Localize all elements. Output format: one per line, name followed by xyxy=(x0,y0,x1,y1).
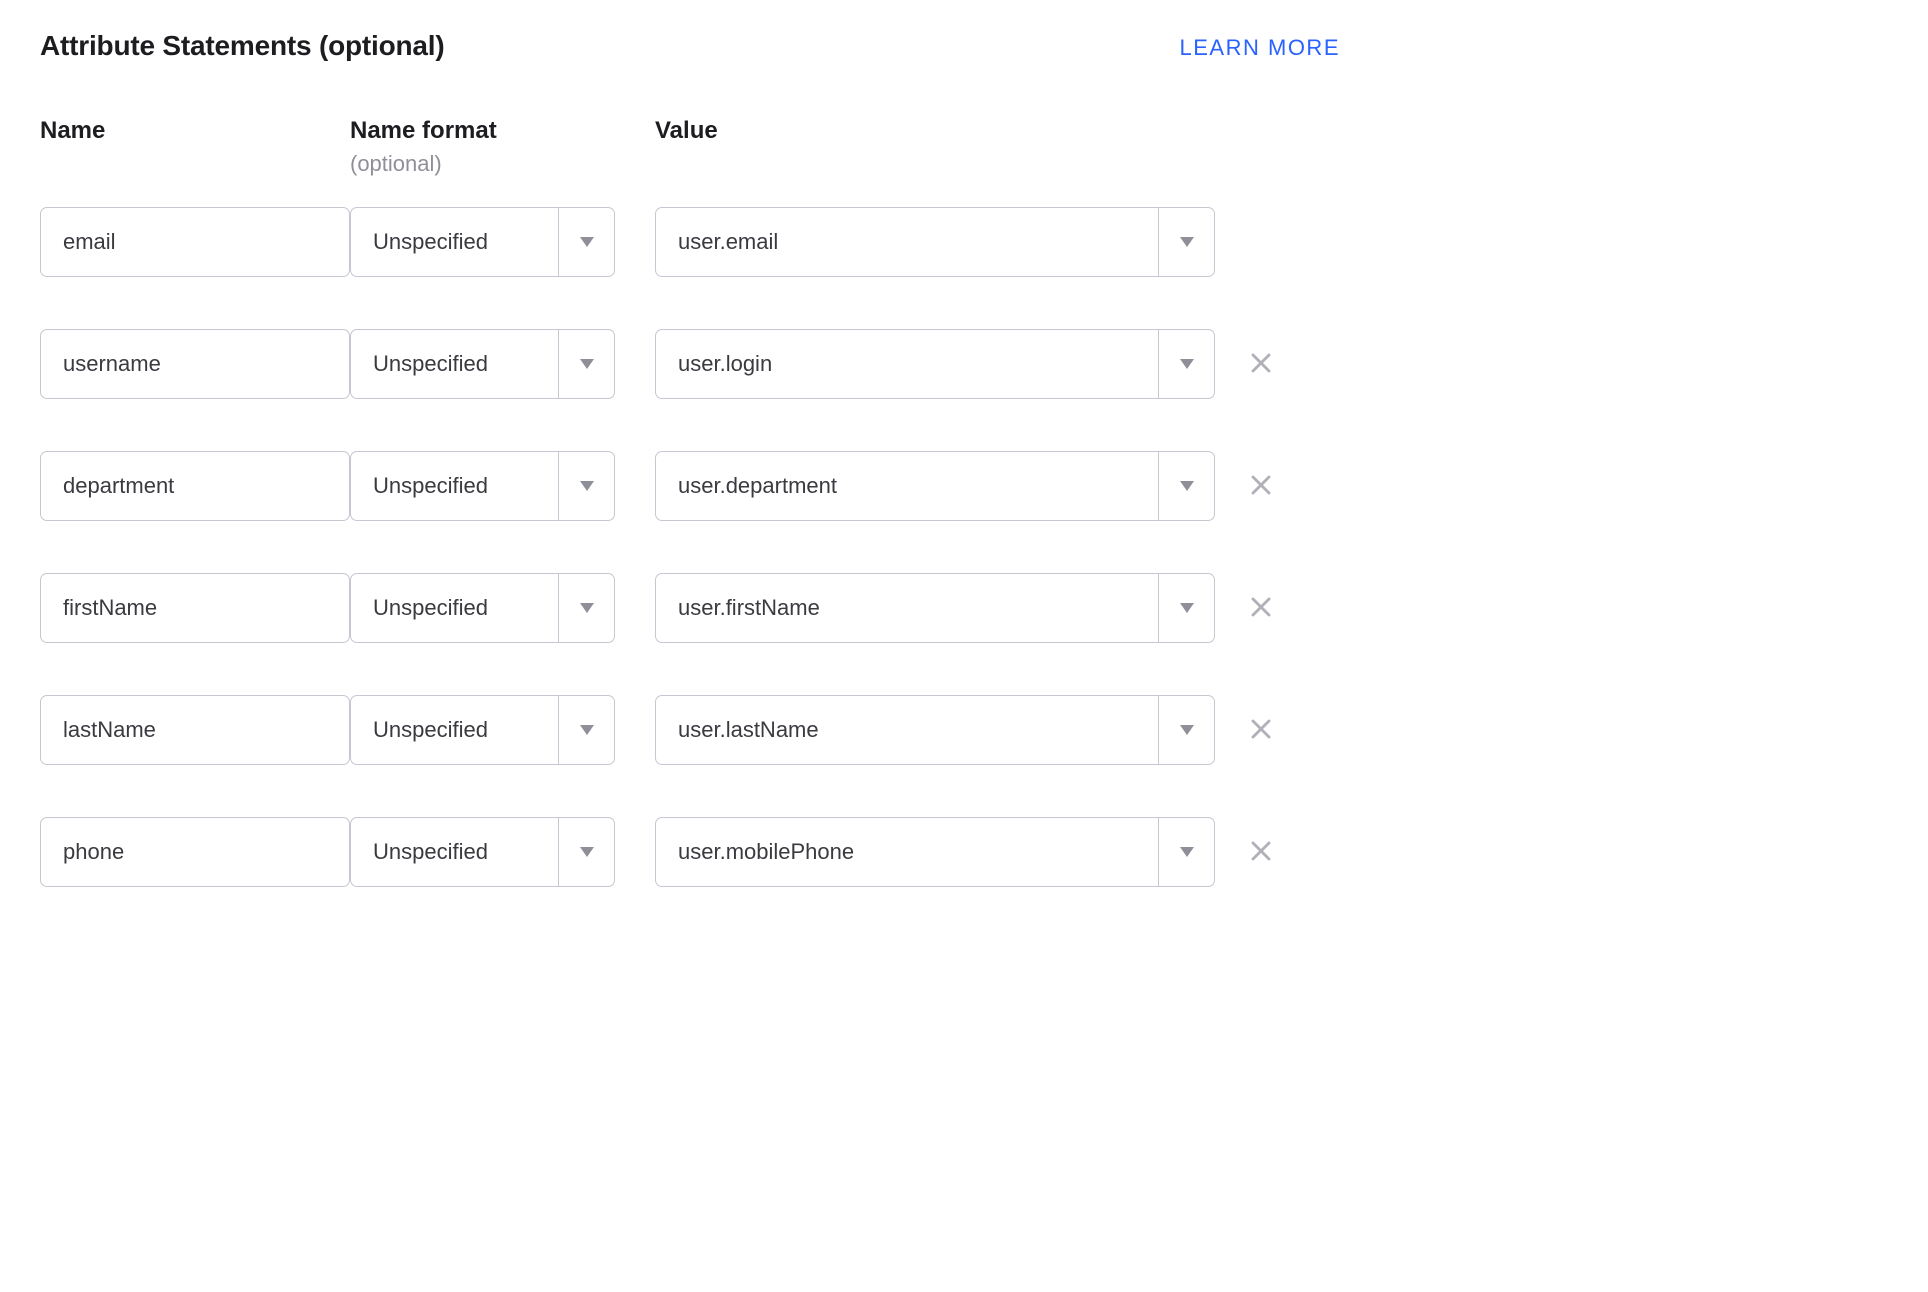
close-icon xyxy=(1250,840,1272,865)
remove-row-button[interactable] xyxy=(1247,594,1275,622)
column-header-format: Name format (optional) xyxy=(350,117,615,177)
attribute-name-input[interactable] xyxy=(40,573,350,643)
attribute-row: Unspecified user.firstName xyxy=(40,573,1340,643)
attribute-name-input[interactable] xyxy=(40,451,350,521)
attribute-value-text: user.lastName xyxy=(656,717,1158,743)
attribute-row: Unspecified user.mobilePhone xyxy=(40,817,1340,887)
attribute-value-combobox[interactable]: user.mobilePhone xyxy=(655,817,1215,887)
remove-row-button[interactable] xyxy=(1247,350,1275,378)
column-header-value: Value xyxy=(655,117,1215,145)
section-header: Attribute Statements (optional) LEARN MO… xyxy=(40,30,1340,62)
attribute-name-input[interactable] xyxy=(40,207,350,277)
attribute-value-combobox[interactable]: user.department xyxy=(655,451,1215,521)
attribute-name-input[interactable] xyxy=(40,695,350,765)
close-icon xyxy=(1250,596,1272,621)
name-format-value: Unspecified xyxy=(351,473,488,499)
attribute-name-input[interactable] xyxy=(40,329,350,399)
attribute-value-text: user.department xyxy=(656,473,1158,499)
attribute-row: Unspecified user.login xyxy=(40,329,1340,399)
name-format-select[interactable]: Unspecified xyxy=(350,573,615,643)
attribute-value-combobox[interactable]: user.login xyxy=(655,329,1215,399)
name-format-select[interactable]: Unspecified xyxy=(350,451,615,521)
name-format-value: Unspecified xyxy=(351,717,488,743)
remove-row-button[interactable] xyxy=(1247,472,1275,500)
attribute-row: Unspecified user.email xyxy=(40,207,1340,277)
chevron-down-icon xyxy=(558,330,614,398)
chevron-down-icon[interactable] xyxy=(1158,330,1214,398)
name-format-value: Unspecified xyxy=(351,839,488,865)
name-format-select[interactable]: Unspecified xyxy=(350,207,615,277)
learn-more-link[interactable]: LEARN MORE xyxy=(1180,35,1340,61)
attribute-row: Unspecified user.department xyxy=(40,451,1340,521)
close-icon xyxy=(1250,352,1272,377)
attribute-row: Unspecified user.lastName xyxy=(40,695,1340,765)
attribute-value-text: user.firstName xyxy=(656,595,1158,621)
chevron-down-icon xyxy=(558,574,614,642)
chevron-down-icon xyxy=(558,696,614,764)
chevron-down-icon[interactable] xyxy=(1158,818,1214,886)
name-format-select[interactable]: Unspecified xyxy=(350,817,615,887)
close-icon xyxy=(1250,718,1272,743)
close-icon xyxy=(1250,474,1272,499)
remove-row-button[interactable] xyxy=(1247,716,1275,744)
attribute-value-text: user.mobilePhone xyxy=(656,839,1158,865)
name-format-select[interactable]: Unspecified xyxy=(350,695,615,765)
attribute-value-combobox[interactable]: user.lastName xyxy=(655,695,1215,765)
name-format-value: Unspecified xyxy=(351,595,488,621)
name-format-value: Unspecified xyxy=(351,351,488,377)
name-format-select[interactable]: Unspecified xyxy=(350,329,615,399)
attribute-value-text: user.email xyxy=(656,229,1158,255)
column-header-name: Name xyxy=(40,117,350,145)
chevron-down-icon xyxy=(558,818,614,886)
attribute-name-input[interactable] xyxy=(40,817,350,887)
name-format-value: Unspecified xyxy=(351,229,488,255)
attribute-value-combobox[interactable]: user.firstName xyxy=(655,573,1215,643)
chevron-down-icon[interactable] xyxy=(1158,696,1214,764)
attribute-value-combobox[interactable]: user.email xyxy=(655,207,1215,277)
section-title: Attribute Statements (optional) xyxy=(40,30,444,62)
column-header-format-label: Name format xyxy=(350,117,497,144)
chevron-down-icon xyxy=(558,452,614,520)
chevron-down-icon[interactable] xyxy=(1158,574,1214,642)
column-header-format-sub: (optional) xyxy=(350,151,615,177)
chevron-down-icon[interactable] xyxy=(1158,208,1214,276)
column-headers: Name Name format (optional) Value xyxy=(40,117,1340,177)
chevron-down-icon xyxy=(558,208,614,276)
chevron-down-icon[interactable] xyxy=(1158,452,1214,520)
attribute-value-text: user.login xyxy=(656,351,1158,377)
remove-row-button[interactable] xyxy=(1247,838,1275,866)
